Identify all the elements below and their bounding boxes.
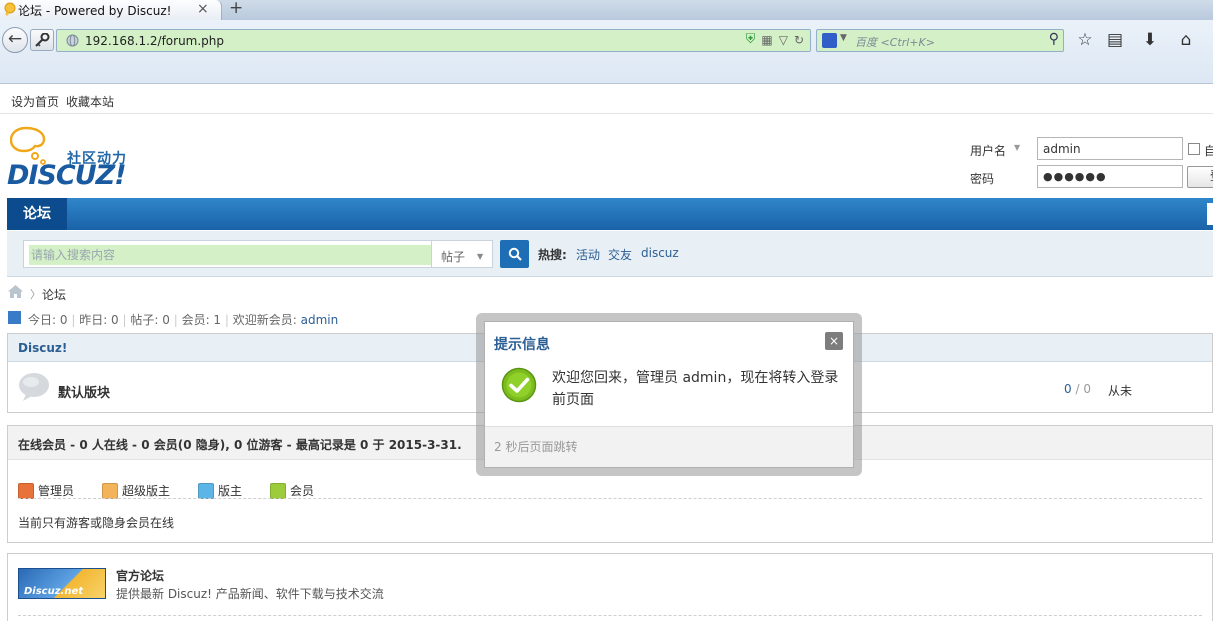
legend-member: 会员 <box>270 482 314 499</box>
search-input-wrapper: 请输入搜索内容 <box>23 240 436 268</box>
partner-logo-text: Discuz.net <box>24 586 84 597</box>
browser-tab[interactable]: 论坛 - Powered by Discuz! × <box>0 0 222 20</box>
baidu-paw-icon[interactable] <box>822 33 837 48</box>
main-nav: 论坛 <box>7 198 1213 230</box>
stat-today: 今日: 0 <box>28 313 68 327</box>
username-input[interactable]: admin <box>1037 137 1183 160</box>
search-button[interactable] <box>500 240 529 268</box>
forum-counts: 0 / 0 <box>1064 382 1091 396</box>
discuz-favicon-icon <box>4 2 16 16</box>
close-icon[interactable]: × <box>825 332 843 350</box>
dialog-title: 提示信息 <box>494 337 550 353</box>
engine-dropdown-icon[interactable]: ▼ <box>840 33 847 43</box>
forum-bubble-icon[interactable] <box>18 372 50 402</box>
search-input[interactable]: 请输入搜索内容 <box>29 245 432 265</box>
bookmark-site-link[interactable]: 收藏本站 <box>66 93 114 110</box>
super-moderator-user-icon <box>102 482 118 499</box>
shield-icon[interactable]: ⛨ <box>746 32 756 47</box>
tab-title: 论坛 - Powered by Discuz! <box>18 3 172 18</box>
qr-code-icon[interactable]: ▦ <box>761 33 772 47</box>
key-icon <box>35 33 50 47</box>
dialog-footer: 2 秒后页面跳转 <box>485 426 853 467</box>
member-user-icon <box>270 482 286 499</box>
divider <box>18 615 1202 616</box>
message-dialog-frame: 提示信息 × 欢迎您回来，管理员 admin，现在将转入登录前页面 2 秒后页面… <box>476 313 862 476</box>
category-title[interactable]: Discuz! <box>18 341 67 355</box>
set-home-link[interactable]: 设为首页 <box>11 93 59 110</box>
forum-stats: 今日: 0 | 昨日: 0 | 帖子: 0 | 会员: 1 | 欢迎新会员: a… <box>28 313 339 327</box>
message-dialog: 提示信息 × 欢迎您回来，管理员 admin，现在将转入登录前页面 2 秒后页面… <box>484 321 854 468</box>
back-button[interactable]: ← <box>2 27 28 53</box>
globe-icon <box>66 34 79 47</box>
legend-member-label: 会员 <box>290 484 315 498</box>
chevron-down-icon: ▼ <box>477 252 484 261</box>
nav-corner <box>1207 203 1213 225</box>
site-top-bar: 设为首页 收藏本站 <box>0 85 1213 114</box>
legend-admin-label: 管理员 <box>38 484 75 498</box>
newest-member-link[interactable]: admin <box>301 313 339 327</box>
home-icon[interactable]: ⌂ <box>1175 30 1197 50</box>
online-title[interactable]: 在线会员 - 0 人在线 - 0 会员(0 隐身), 0 位游客 - 最高记录是… <box>18 436 462 453</box>
hot-link-dating[interactable]: 交友 <box>608 246 632 263</box>
legend-mod: 版主 <box>198 482 242 499</box>
new-tab-button[interactable]: + <box>229 0 243 18</box>
password-label: 密码 <box>970 172 995 186</box>
remember-label: 自 <box>1204 144 1213 158</box>
stats-chart-icon <box>8 311 21 324</box>
partner-name-link[interactable]: 官方论坛 <box>116 567 164 584</box>
legend-admin: 管理员 <box>18 482 74 499</box>
forum-threads: 0 <box>1064 382 1072 396</box>
hot-search-label: 热搜: <box>538 248 567 262</box>
search-type-select[interactable]: 帖子 <box>431 240 493 268</box>
site-logo[interactable]: DISCUZ! <box>7 160 127 191</box>
hot-link-discuz[interactable]: discuz <box>641 246 679 260</box>
discuz-net-logo[interactable]: Discuz.net <box>18 568 106 599</box>
username-label: 用户名 <box>970 144 1007 158</box>
partner-desc: 提供最新 Discuz! 产品新闻、软件下载与技术交流 <box>116 587 384 601</box>
stat-yesterday: 昨日: 0 <box>79 313 119 327</box>
welcome-prefix: 欢迎新会员: <box>232 313 301 327</box>
tab-close-icon[interactable]: × <box>197 1 209 17</box>
nav-tab-forum[interactable]: 论坛 <box>7 198 67 230</box>
online-note: 当前只有游客或隐身会员在线 <box>18 516 175 530</box>
url-text: 192.168.1.2/forum.php <box>85 34 225 48</box>
partner-box: Discuz.net 官方论坛 提供最新 Discuz! 产品新闻、软件下载与技… <box>7 553 1213 621</box>
login-button[interactable]: 登 <box>1187 166 1213 188</box>
stat-posts: 帖子: 0 <box>130 313 170 327</box>
search-icon <box>508 247 522 261</box>
bookmarks-list-icon[interactable]: ▤ <box>1104 30 1126 50</box>
dropdown-arrow-icon[interactable]: ▽ <box>779 33 788 47</box>
reload-icon[interactable]: ↻ <box>794 33 804 47</box>
forum-counts-separator: / <box>1071 382 1084 396</box>
legend-super-mod-label: 超级版主 <box>122 484 171 498</box>
home-icon[interactable] <box>8 285 23 298</box>
redirect-countdown[interactable]: 2 秒后页面跳转 <box>494 438 577 455</box>
moderator-user-icon <box>198 482 214 499</box>
forum-last-post: 从未 <box>1108 384 1133 398</box>
magnifier-icon[interactable]: ⚲ <box>1049 31 1059 47</box>
dialog-message: 欢迎您回来，管理员 admin，现在将转入登录前页面 <box>552 370 839 408</box>
browser-tab-strip: 论坛 - Powered by Discuz! × + <box>0 0 1213 20</box>
breadcrumb-separator: 〉 <box>30 288 41 301</box>
browser-search-bar[interactable]: ▼ 百度 <Ctrl+K> ⚲ <box>816 29 1064 52</box>
breadcrumb-current[interactable]: 论坛 <box>42 286 66 303</box>
admin-user-icon <box>18 482 34 499</box>
bookmark-star-icon[interactable]: ☆ <box>1074 30 1096 50</box>
success-check-icon <box>501 367 537 403</box>
url-bar[interactable]: 192.168.1.2/forum.php ⛨ ▦ ▽ ↻ <box>56 29 811 52</box>
forum-name-link[interactable]: 默认版块 <box>58 382 110 401</box>
legend-mod-label: 版主 <box>218 484 243 498</box>
site-identity-button[interactable] <box>30 29 54 51</box>
search-row: 请输入搜索内容 帖子 ▼ 热搜: 活动 交友 discuz <box>7 231 1213 277</box>
legend-super-mod: 超级版主 <box>102 482 170 499</box>
forum-posts: 0 <box>1083 382 1091 396</box>
download-icon[interactable]: ⬇ <box>1139 30 1161 50</box>
username-type-arrow-icon[interactable]: ▼ <box>1014 143 1020 152</box>
password-input[interactable]: ●●●●●● <box>1037 165 1183 188</box>
search-placeholder: 百度 <Ctrl+K> <box>855 36 935 49</box>
stat-members: 会员: 1 <box>181 313 222 327</box>
hot-link-activity[interactable]: 活动 <box>576 246 600 263</box>
remember-checkbox[interactable] <box>1188 143 1200 155</box>
divider <box>18 498 1202 499</box>
